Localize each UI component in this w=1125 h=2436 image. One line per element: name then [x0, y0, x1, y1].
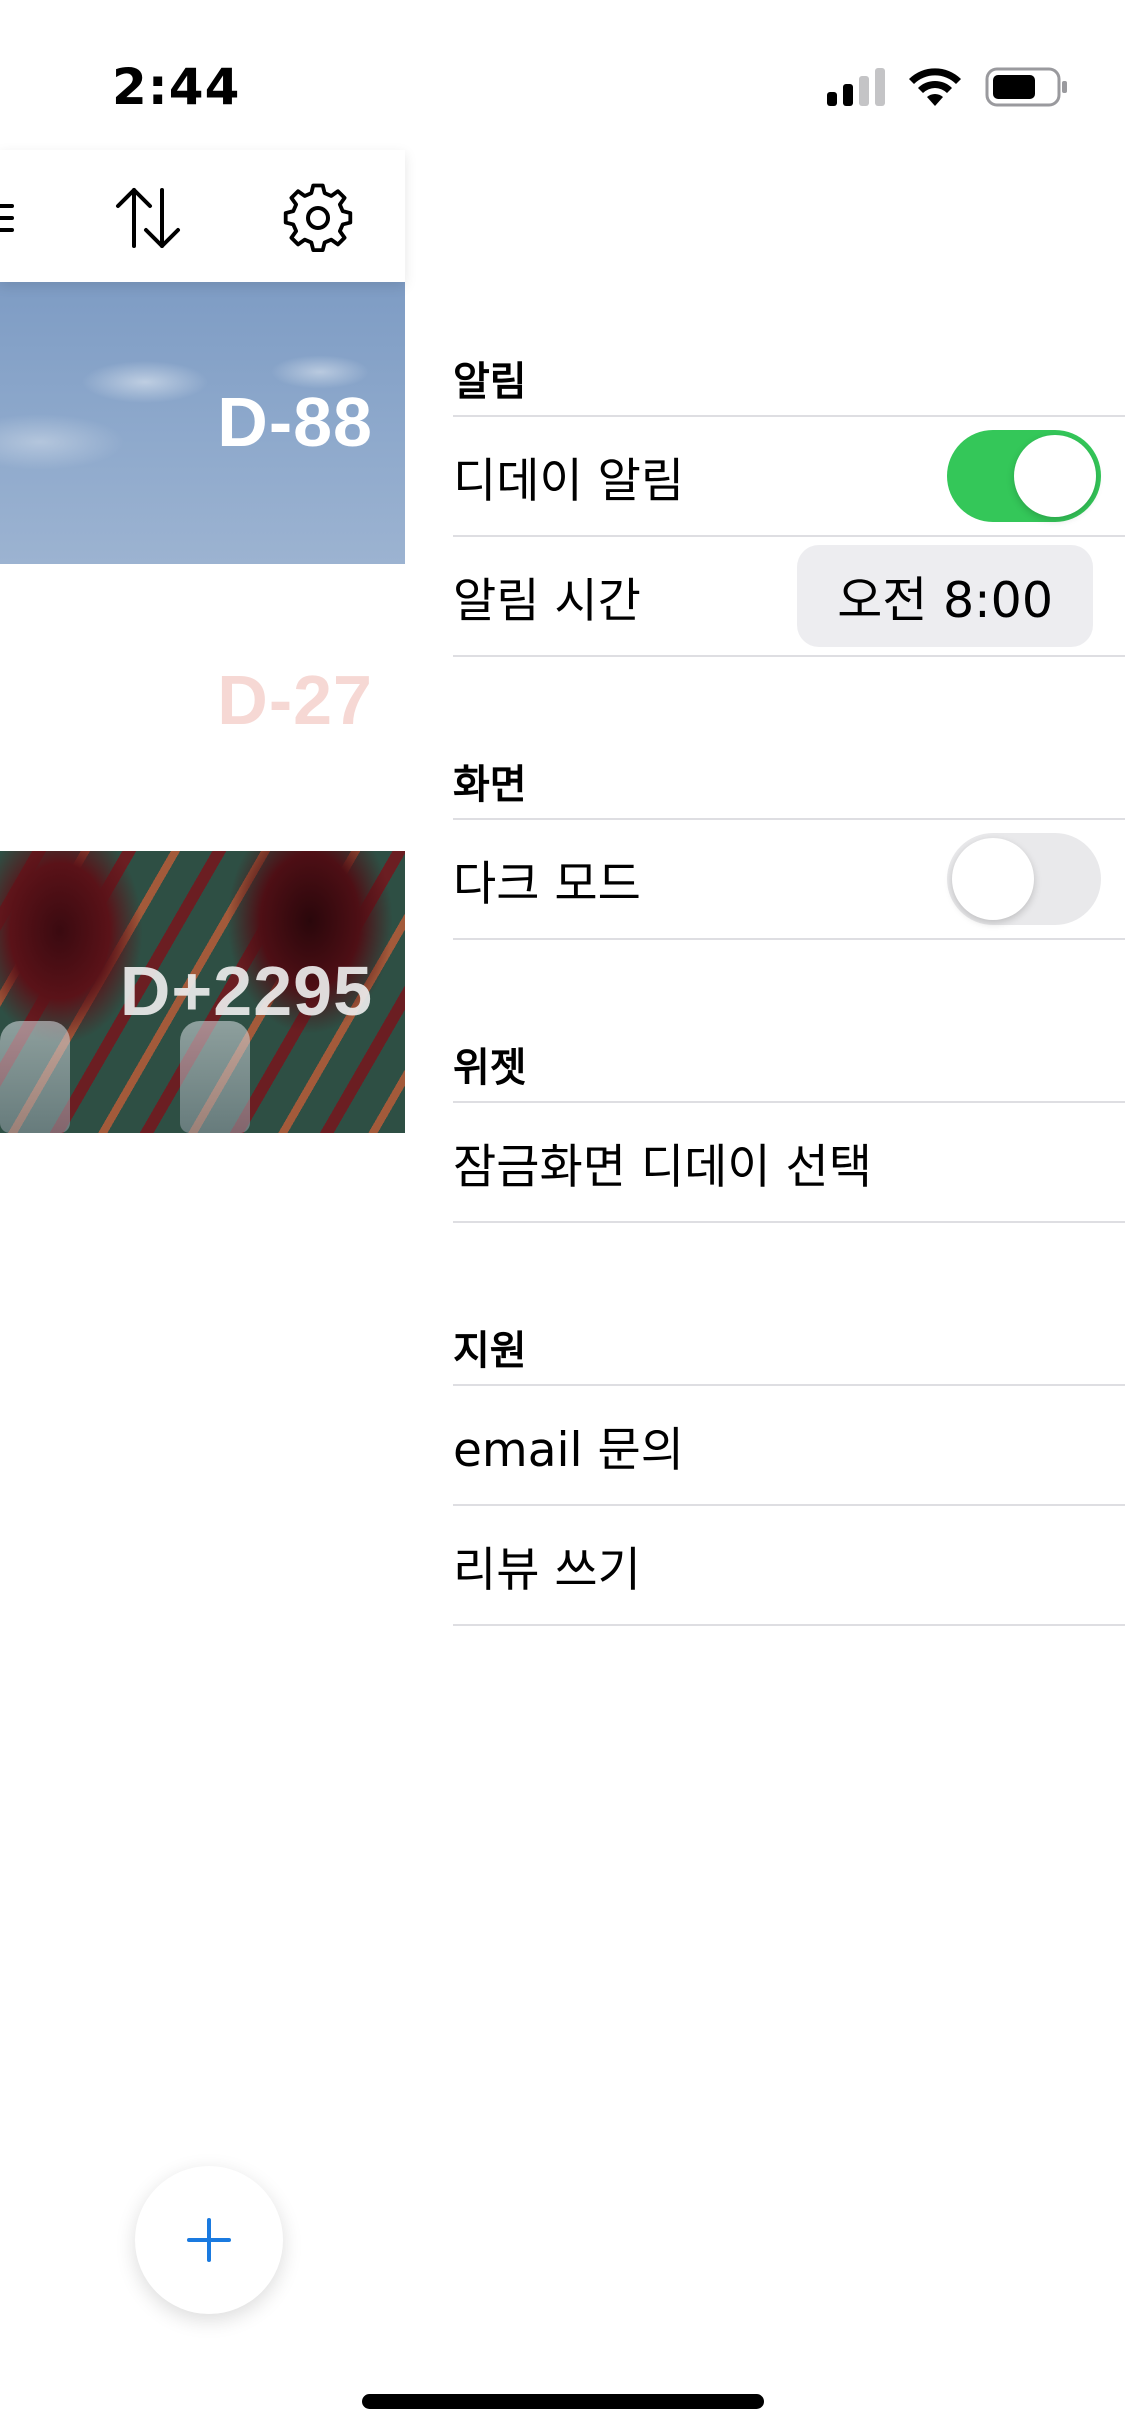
dday-label: D+2295 [119, 952, 373, 1030]
dark-mode-label: 다크 모드 [453, 856, 641, 912]
alarm-time-label: 알림 시간 [453, 573, 641, 629]
status-time: 2:44 [112, 58, 241, 116]
toggle-knob [1014, 435, 1096, 517]
email-inquiry-row[interactable]: email 문의 [453, 1384, 1125, 1504]
dday-label: D-27 [217, 661, 373, 739]
email-inquiry-label: email 문의 [453, 1422, 685, 1478]
dark-mode-toggle[interactable] [947, 833, 1101, 925]
lockscreen-dday-row[interactable]: 잠금화면 디데이 선택 [453, 1101, 1125, 1223]
alarm-time-picker[interactable]: 오전 8:00 [797, 545, 1093, 647]
gear-icon[interactable] [280, 180, 356, 256]
settings-panel: 알림 디데이 알림 알림 시간 오전 8:00 화면 다크 모드 위젯 잠금화면… [453, 350, 1125, 1626]
section-header-alarm: 알림 [453, 359, 527, 405]
plus-icon [187, 2218, 231, 2262]
dday-card[interactable]: D+2295 [0, 851, 405, 1133]
list-toolbar [0, 150, 405, 282]
alarm-time-row: 알림 시간 오전 8:00 [453, 535, 1125, 657]
write-review-label: 리뷰 쓰기 [453, 1542, 641, 1598]
dday-card[interactable]: D-88 [0, 282, 405, 564]
dday-alarm-toggle[interactable] [947, 430, 1101, 522]
toggle-knob [952, 838, 1034, 920]
dark-mode-row: 다크 모드 [453, 818, 1125, 940]
dday-alarm-label: 디데이 알림 [453, 453, 685, 509]
screen: 2:44 D-88 D-27 D+2295 알림 디데이 알림 알림 시간 오전… [0, 0, 1125, 2436]
section-header-widget: 위젯 [453, 1045, 527, 1091]
battery-icon [985, 67, 1067, 107]
add-dday-button[interactable] [135, 2166, 283, 2314]
dday-label: D-88 [217, 383, 373, 461]
list-icon[interactable] [0, 180, 24, 256]
dday-card[interactable]: D-27 [0, 564, 405, 846]
home-indicator[interactable] [362, 2394, 764, 2409]
write-review-row[interactable]: 리뷰 쓰기 [453, 1504, 1125, 1626]
dday-alarm-row: 디데이 알림 [453, 415, 1125, 535]
cellular-signal-icon [827, 68, 885, 106]
section-header-support: 지원 [453, 1328, 527, 1374]
glass-decoration [180, 1021, 250, 1133]
wifi-icon [909, 68, 961, 106]
dday-list-panel: D-88 D-27 D+2295 [0, 150, 405, 1150]
status-icons [827, 62, 1069, 112]
lockscreen-dday-label: 잠금화면 디데이 선택 [453, 1139, 873, 1195]
sort-icon[interactable] [110, 180, 186, 256]
section-header-display: 화면 [453, 762, 527, 808]
glass-decoration [0, 1021, 70, 1133]
